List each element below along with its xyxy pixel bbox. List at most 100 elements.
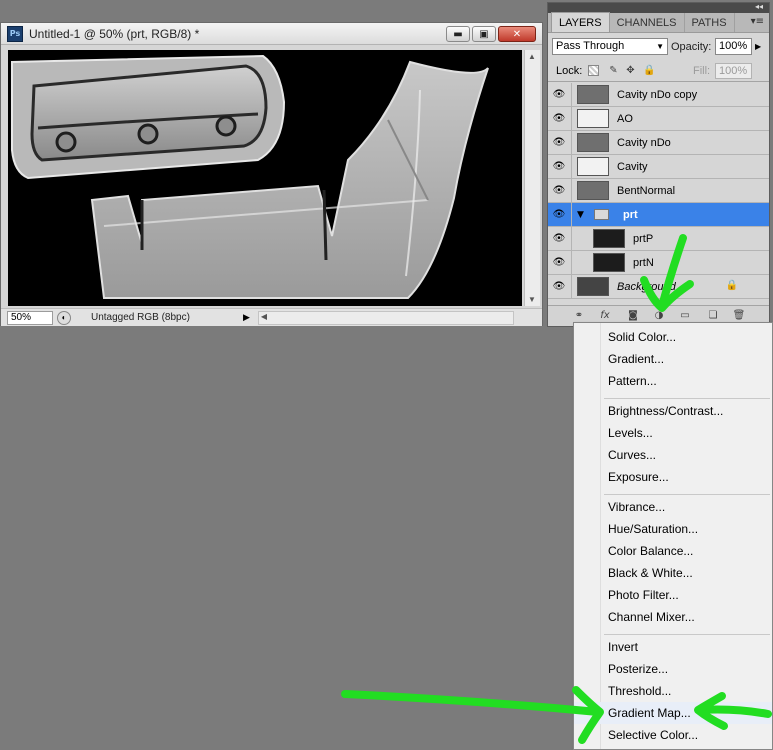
eye-icon[interactable]: 👁	[552, 113, 566, 124]
adjustment-layer-icon[interactable]: ◑	[652, 310, 666, 322]
opacity-field[interactable]: 100%	[715, 38, 752, 55]
canvas-artwork	[11, 54, 489, 299]
lock-transparent-icon[interactable]	[588, 65, 599, 76]
menu-item-hue-saturation[interactable]: Hue/Saturation...	[574, 518, 772, 540]
close-button[interactable]: ✕	[498, 26, 536, 42]
layer-name: prt	[623, 209, 638, 221]
opacity-arrow-icon[interactable]: ▶	[755, 42, 761, 51]
document-window: Ps Untitled-1 @ 50% (prt, RGB/8) * ▬ ▣ ✕	[0, 22, 543, 326]
menu-item-invert[interactable]: Invert	[574, 636, 772, 658]
menu-separator	[604, 398, 770, 399]
layer-row[interactable]: 👁 Background 🔒	[548, 275, 769, 299]
eye-icon[interactable]: 👁	[552, 281, 566, 292]
menu-item-threshold[interactable]: Threshold...	[574, 680, 772, 702]
menu-item-black-white[interactable]: Black & White...	[574, 562, 772, 584]
lock-pixels-icon[interactable]: ✎	[608, 65, 619, 76]
folder-icon	[594, 209, 609, 220]
document-title: Untitled-1 @ 50% (prt, RGB/8) *	[29, 26, 200, 41]
layer-row[interactable]: 👁 BentNormal	[548, 179, 769, 203]
chevron-down-icon: ▼	[656, 42, 664, 51]
menu-item-curves[interactable]: Curves...	[574, 444, 772, 466]
opacity-label: Opacity:	[671, 41, 712, 53]
fill-field[interactable]: 100%	[715, 63, 752, 79]
blend-mode-value: Pass Through	[556, 40, 625, 52]
scroll-down-icon[interactable]: ▼	[528, 295, 536, 304]
layer-row[interactable]: 👁 Cavity	[548, 155, 769, 179]
layer-row[interactable]: 👁 Cavity nDo copy	[548, 83, 769, 107]
zoom-field[interactable]: 50%	[7, 310, 53, 325]
scroll-left-icon[interactable]: ◀	[261, 312, 267, 321]
tab-layers[interactable]: LAYERS	[551, 12, 610, 32]
blend-mode-select[interactable]: Pass Through ▼	[552, 38, 668, 55]
lock-position-icon[interactable]: ✥	[625, 65, 636, 76]
add-mask-icon[interactable]: ◙	[626, 310, 640, 322]
menu-item-solid-color[interactable]: Solid Color...	[574, 326, 772, 348]
layer-name: Cavity nDo copy	[617, 89, 698, 101]
layer-thumbnail	[577, 157, 609, 176]
layers-panel: ◂◂ LAYERS CHANNELS PATHS ▾≡ Pass Through…	[547, 2, 770, 327]
layer-thumbnail	[593, 229, 625, 248]
eye-icon[interactable]: 👁	[552, 161, 566, 172]
layer-name: Cavity	[617, 161, 648, 173]
eye-icon[interactable]: 👁	[552, 209, 566, 220]
new-layer-icon[interactable]: ❏	[706, 310, 720, 322]
layer-group-row[interactable]: 👁 ▼ prt	[548, 203, 769, 227]
trash-icon[interactable]: 🗑	[732, 310, 746, 322]
layer-thumbnail	[577, 109, 609, 128]
menu-item-gradient[interactable]: Gradient...	[574, 348, 772, 370]
status-info-icon[interactable]: ◐	[57, 310, 71, 325]
vertical-scrollbar[interactable]: ▲ ▼	[524, 50, 540, 306]
tab-channels[interactable]: CHANNELS	[610, 13, 685, 32]
document-titlebar[interactable]: Ps Untitled-1 @ 50% (prt, RGB/8) * ▬ ▣ ✕	[1, 23, 542, 45]
layer-thumbnail	[593, 253, 625, 272]
menu-item-photo-filter[interactable]: Photo Filter...	[574, 584, 772, 606]
lock-icon: 🔒	[725, 280, 738, 291]
minimize-button[interactable]: ▬	[446, 26, 470, 42]
restore-button[interactable]: ▣	[472, 26, 496, 42]
group-expand-icon[interactable]: ▼	[577, 210, 584, 220]
scroll-up-icon[interactable]: ▲	[528, 52, 536, 61]
tab-paths[interactable]: PATHS	[685, 13, 735, 32]
layer-row[interactable]: 👁 AO	[548, 107, 769, 131]
eye-icon[interactable]: 👁	[552, 185, 566, 196]
fill-label: Fill:	[693, 65, 711, 77]
layer-name: prtN	[633, 257, 654, 269]
layers-list: 👁 Cavity nDo copy 👁 AO 👁 Cavity nDo 👁 Ca…	[548, 83, 769, 299]
menu-item-exposure[interactable]: Exposure...	[574, 466, 772, 488]
layer-thumbnail	[577, 181, 609, 200]
menu-item-vibrance[interactable]: Vibrance...	[574, 496, 772, 518]
layer-row[interactable]: 👁 prtN	[548, 251, 769, 275]
lock-row: Lock: ✎ ✥ 🔒 Fill: 100%	[548, 59, 769, 82]
document-statusbar: 50% ◐ Untagged RGB (8bpc) ▶ ◀	[1, 308, 542, 326]
menu-item-pattern[interactable]: Pattern...	[574, 370, 772, 392]
new-group-icon[interactable]: ▭	[678, 310, 692, 322]
menu-item-brightness-contrast[interactable]: Brightness/Contrast...	[574, 400, 772, 422]
menu-item-selective-color[interactable]: Selective Color...	[574, 724, 772, 746]
link-layers-icon[interactable]: ⚭	[572, 310, 586, 322]
photoshop-icon: Ps	[7, 25, 23, 42]
status-menu-arrow-icon[interactable]: ▶	[243, 312, 250, 323]
layer-name: AO	[617, 113, 633, 125]
menu-item-channel-mixer[interactable]: Channel Mixer...	[574, 606, 772, 628]
panel-menu-icon[interactable]: ▾≡	[751, 16, 764, 27]
layer-name: BentNormal	[617, 185, 676, 197]
eye-icon[interactable]: 👁	[552, 137, 566, 148]
collapse-panel-icon[interactable]: ◂◂	[755, 2, 763, 11]
menu-item-gradient-map[interactable]: Gradient Map...	[574, 702, 772, 724]
lock-all-icon[interactable]: 🔒	[643, 65, 655, 76]
menu-item-levels[interactable]: Levels...	[574, 422, 772, 444]
layer-row[interactable]: 👁 prtP	[548, 227, 769, 251]
layer-style-icon[interactable]: fx	[598, 310, 612, 322]
lock-label: Lock:	[556, 65, 583, 77]
image-canvas[interactable]	[8, 50, 522, 306]
layer-thumbnail	[577, 85, 609, 104]
eye-icon[interactable]: 👁	[552, 89, 566, 100]
eye-icon[interactable]: 👁	[552, 233, 566, 244]
layer-thumbnail	[577, 133, 609, 152]
eye-icon[interactable]: 👁	[552, 257, 566, 268]
menu-item-posterize[interactable]: Posterize...	[574, 658, 772, 680]
menu-item-color-balance[interactable]: Color Balance...	[574, 540, 772, 562]
horizontal-scrollbar[interactable]: ◀	[257, 310, 514, 325]
layer-row[interactable]: 👁 Cavity nDo	[548, 131, 769, 155]
layer-name: Cavity nDo	[617, 137, 671, 149]
